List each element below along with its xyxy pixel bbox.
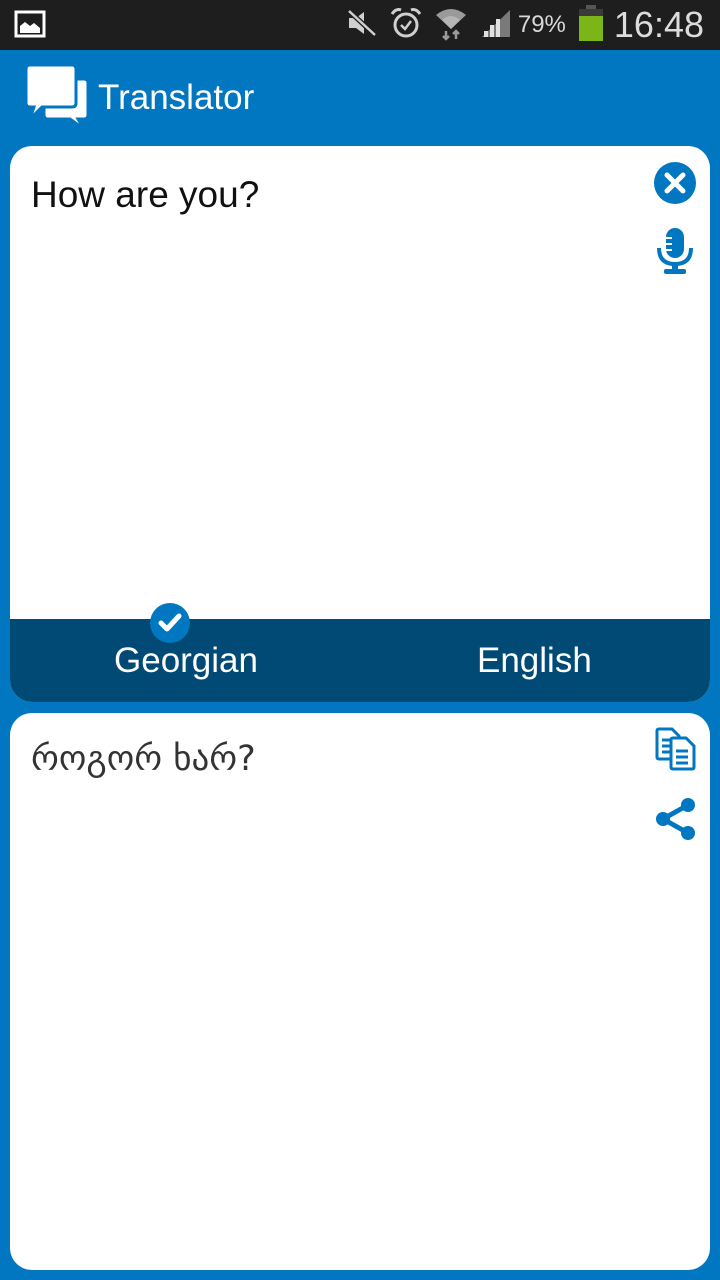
alarm-icon bbox=[390, 6, 422, 45]
battery-icon bbox=[578, 4, 604, 46]
wifi-icon bbox=[434, 5, 468, 46]
source-card: How are you? Georgian English bbox=[10, 146, 710, 702]
battery-percent: 79% bbox=[517, 11, 566, 38]
translation-text: როგორ ხარ? bbox=[31, 739, 256, 779]
language-bar: Georgian English bbox=[10, 619, 710, 702]
target-language-button[interactable]: English bbox=[477, 641, 592, 681]
mute-icon bbox=[346, 8, 378, 43]
app-bar: Translator bbox=[0, 50, 720, 146]
checkmark-icon bbox=[150, 603, 190, 643]
chat-bubbles-icon bbox=[24, 63, 90, 136]
clock: 16:48 bbox=[613, 4, 704, 45]
signal-icon bbox=[480, 8, 512, 43]
source-text-input[interactable]: How are you? bbox=[31, 174, 259, 216]
source-language-button[interactable]: Georgian bbox=[114, 641, 258, 681]
share-icon[interactable] bbox=[654, 797, 698, 846]
status-bar: 79% 16:48 bbox=[0, 0, 720, 50]
microphone-icon[interactable] bbox=[656, 228, 694, 279]
app-title: Translator bbox=[98, 78, 255, 117]
clear-icon[interactable] bbox=[654, 162, 696, 209]
translation-card: როგორ ხარ? bbox=[10, 713, 710, 1270]
image-icon bbox=[14, 10, 46, 43]
copy-icon[interactable] bbox=[654, 727, 698, 776]
